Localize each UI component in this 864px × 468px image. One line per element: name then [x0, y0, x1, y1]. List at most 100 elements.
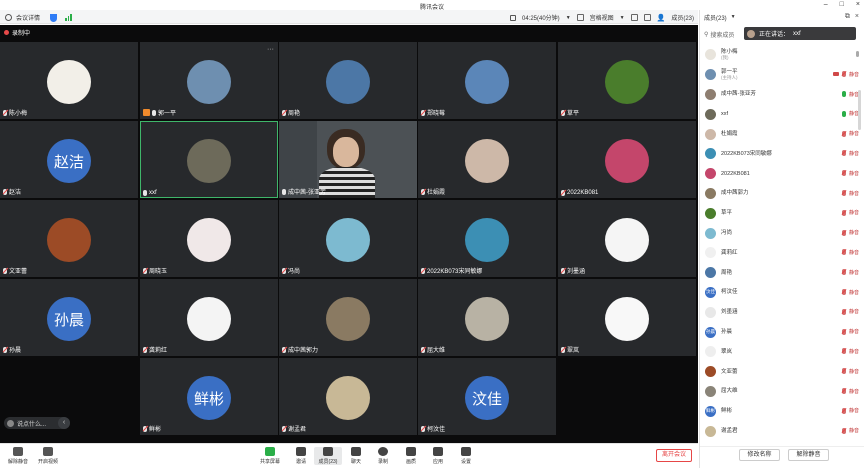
- toolbar-members-button[interactable]: 成员(23): [314, 447, 342, 465]
- video-tile[interactable]: 鲜彬 鲜彬: [140, 358, 278, 435]
- mic-icon[interactable]: [842, 91, 846, 98]
- fullscreen-icon[interactable]: [630, 14, 638, 21]
- mute-action[interactable]: 静音: [849, 348, 859, 355]
- mute-action[interactable]: 静音: [849, 209, 859, 216]
- chevron-down-icon[interactable]: ▼: [566, 15, 571, 21]
- video-tile[interactable]: xxf: [140, 121, 278, 198]
- mute-action[interactable]: 静音: [849, 249, 859, 256]
- video-tile[interactable]: 陈小梅: [0, 42, 138, 119]
- video-tile[interactable]: 周晓玉: [140, 200, 278, 277]
- mic-icon[interactable]: [842, 110, 846, 117]
- mic-muted-icon[interactable]: [842, 190, 846, 197]
- leave-meeting-button[interactable]: 离开会议: [656, 449, 692, 462]
- member-row[interactable]: 周艳 静音: [700, 263, 864, 283]
- member-row[interactable]: 汶佳 柯汶佳 静音: [700, 283, 864, 303]
- mic-muted-icon[interactable]: [842, 427, 846, 434]
- member-row[interactable]: 成中茜-张亚芳 静音: [700, 85, 864, 105]
- shield-icon[interactable]: [50, 13, 58, 22]
- mic-muted-icon[interactable]: [842, 229, 846, 236]
- maximize-icon[interactable]: □: [840, 1, 844, 8]
- member-row[interactable]: 屈大维 静音: [700, 382, 864, 402]
- video-tile[interactable]: 汶佳 柯汶佳: [418, 358, 556, 435]
- mute-action[interactable]: 静音: [849, 130, 859, 137]
- member-list-scrollbar[interactable]: [858, 90, 861, 130]
- member-row[interactable]: 冯尚 静音: [700, 223, 864, 243]
- mute-action[interactable]: 静音: [849, 190, 859, 197]
- member-row[interactable]: 鲜彬 鲜彬 静音: [700, 401, 864, 421]
- member-row[interactable]: 2022KB081 静音: [700, 164, 864, 184]
- unmute-all-button[interactable]: 解除静音: [788, 449, 829, 461]
- video-tile[interactable]: 成中茜-张亚芳: [279, 121, 417, 198]
- mute-action[interactable]: 静音: [849, 269, 859, 276]
- mute-action[interactable]: 静音: [849, 229, 859, 236]
- toolbar-mic-button[interactable]: 解除静音: [4, 447, 32, 465]
- member-row[interactable]: 文亚蕾 静音: [700, 362, 864, 382]
- mic-muted-icon[interactable]: [842, 209, 846, 216]
- mic-muted-icon[interactable]: [842, 71, 846, 78]
- video-tile[interactable]: 赵洁 赵洁: [0, 121, 138, 198]
- member-row[interactable]: 谢孟君 静音: [700, 421, 864, 441]
- video-tile[interactable]: 谢孟君: [279, 358, 417, 435]
- member-row[interactable]: 刘墨涵 静音: [700, 302, 864, 322]
- mic-muted-icon[interactable]: [842, 249, 846, 256]
- gallery-view-icon[interactable]: [576, 14, 584, 21]
- mic-muted-icon[interactable]: [842, 328, 846, 335]
- mic-muted-icon[interactable]: [842, 130, 846, 137]
- signal-icon[interactable]: [65, 14, 72, 21]
- video-tile[interactable]: 孙晨 孙晨: [0, 279, 138, 356]
- member-search[interactable]: ⚲ 搜索成员: [704, 29, 744, 39]
- member-row[interactable]: 成中茜郭力 静音: [700, 184, 864, 204]
- toolbar-share-screen-button[interactable]: 共享屏幕: [256, 447, 284, 465]
- chevron-down-icon[interactable]: ▼: [731, 14, 736, 20]
- toolbar-chat-button[interactable]: 聊天: [342, 447, 370, 465]
- mic-icon[interactable]: [855, 51, 859, 57]
- video-tile[interactable]: 周艳: [279, 42, 417, 119]
- mic-muted-icon[interactable]: [842, 170, 846, 177]
- mic-muted-icon[interactable]: [842, 348, 846, 355]
- mute-action[interactable]: 静音: [849, 308, 859, 315]
- meeting-timer[interactable]: 04:25(40分钟): [522, 13, 560, 22]
- mic-muted-icon[interactable]: [842, 368, 846, 375]
- mute-action[interactable]: 静音: [849, 170, 859, 177]
- member-row[interactable]: 2022KB073宋同敏娜 静音: [700, 144, 864, 164]
- video-tile[interactable]: 郑晓莓: [418, 42, 556, 119]
- video-tile[interactable]: 2022KB073宋同敏娜: [418, 200, 556, 277]
- video-tile[interactable]: 文亚蕾: [0, 200, 138, 277]
- chevron-down-icon[interactable]: ▼: [620, 15, 625, 21]
- member-row[interactable]: 陈小梅 (我): [700, 45, 864, 65]
- members-count[interactable]: 成员(23): [671, 13, 694, 22]
- rename-button[interactable]: 修改名称: [739, 449, 780, 461]
- member-row[interactable]: 杜娟霞 静音: [700, 124, 864, 144]
- video-tile[interactable]: 屈大维: [418, 279, 556, 356]
- member-row[interactable]: 孙晨 孙晨 静音: [700, 322, 864, 342]
- info-icon[interactable]: [5, 14, 12, 21]
- mic-muted-icon[interactable]: [842, 150, 846, 157]
- close-panel-icon[interactable]: ×: [855, 13, 859, 21]
- gallery-view-button[interactable]: 宫格视图: [590, 13, 614, 22]
- toolbar-apps-button[interactable]: 应用: [424, 447, 452, 465]
- mute-action[interactable]: 静音: [849, 368, 859, 375]
- minimize-icon[interactable]: –: [824, 1, 828, 8]
- mute-action[interactable]: 静音: [849, 289, 859, 296]
- mic-muted-icon[interactable]: [842, 407, 846, 414]
- more-options-icon[interactable]: ···: [267, 46, 274, 53]
- recording-indicator[interactable]: 录制中: [4, 28, 30, 37]
- member-row[interactable]: 龚莉红 静音: [700, 243, 864, 263]
- mute-action[interactable]: 静音: [849, 388, 859, 395]
- video-tile[interactable]: 杜娟霞: [418, 121, 556, 198]
- toolbar-camera-button[interactable]: 开启视频: [34, 447, 62, 465]
- member-row[interactable]: 草平 静音: [700, 203, 864, 223]
- mic-muted-icon[interactable]: [842, 388, 846, 395]
- toolbar-settings-button[interactable]: 设置: [452, 447, 480, 465]
- member-row[interactable]: xxf 静音: [700, 104, 864, 124]
- mic-muted-icon[interactable]: [842, 308, 846, 315]
- mute-action[interactable]: 静音: [849, 427, 859, 434]
- toolbar-quality-button[interactable]: 画质: [397, 447, 425, 465]
- member-row[interactable]: 翠岚 静音: [700, 342, 864, 362]
- video-tile[interactable]: 草平: [558, 42, 696, 119]
- video-tile[interactable]: 成中茜郭力: [279, 279, 417, 356]
- mic-muted-icon[interactable]: [842, 289, 846, 296]
- search-input[interactable]: 搜索成员: [710, 30, 734, 39]
- toolbar-invite-button[interactable]: 邀请: [287, 447, 315, 465]
- video-tile[interactable]: 龚莉红: [140, 279, 278, 356]
